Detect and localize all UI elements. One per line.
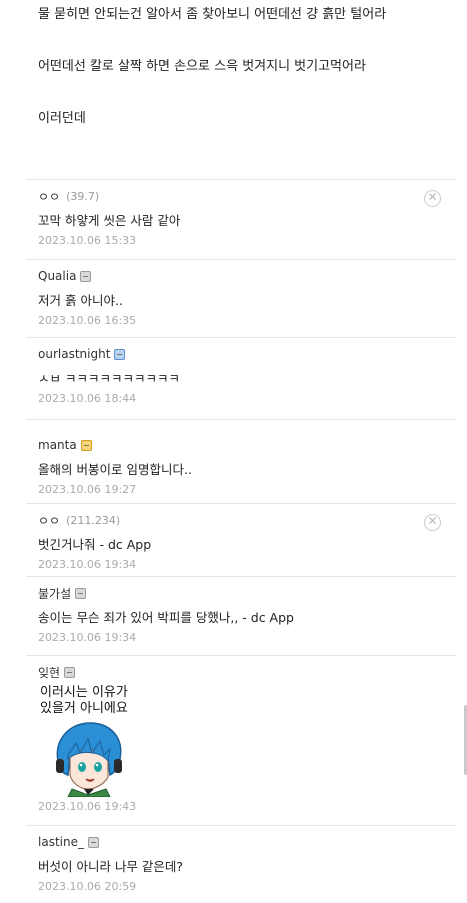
comment-nickname[interactable]: 불가설: [38, 585, 71, 602]
member-badge-icon: [75, 587, 87, 599]
comment-ip: (211.234): [66, 513, 121, 527]
member-badge-icon: [64, 666, 76, 678]
comment-nickname[interactable]: ㅇㅇ: [38, 512, 60, 529]
member-badge-icon: [80, 270, 92, 282]
comment-list: ㅇㅇ (39.7) 꼬막 하얗게 씻은 사람 같아 2023.10.06 15:…: [26, 179, 457, 900]
comment-nickname[interactable]: lastine_: [38, 835, 84, 849]
comment-text: 송이는 무슨 죄가 있어 박피를 당했나,, - dc App: [38, 610, 294, 625]
comment-text: 올해의 버봉이로 임명합니다..: [38, 462, 192, 477]
comment-nickname[interactable]: Qualia: [38, 269, 76, 283]
comment-nickname[interactable]: ourlastnight: [38, 347, 110, 361]
delete-comment-button[interactable]: ✕: [424, 190, 441, 207]
comment-date: 2023.10.06 19:27: [38, 483, 137, 496]
comment-text: 저거 흙 아니야..: [38, 293, 123, 308]
comment-date: 2023.10.06 19:34: [38, 558, 137, 571]
post-line: 물 묻히면 안되는건 알아서 좀 찾아보니 어떤데선 걍 흙만 털어라: [38, 7, 387, 22]
dccon-caption: 이러시는 이유가 있을거 아니에요: [40, 685, 128, 716]
comment-nickname[interactable]: manta: [38, 438, 77, 452]
comment-item: ㅇㅇ (39.7) 꼬막 하얗게 씻은 사람 같아 2023.10.06 15:…: [26, 179, 457, 259]
dccon-sticker[interactable]: 이러시는 이유가 있을거 아니에요: [40, 685, 140, 797]
comment-text: 버섯이 아니라 나무 같은데?: [38, 859, 184, 874]
comment-date: 2023.10.06 15:33: [38, 234, 137, 247]
comment-item: ourlastnight ㅅㅂ ㅋㅋㅋㅋㅋㅋㅋㅋㅋㅋ 2023.10.06 18…: [26, 337, 457, 419]
comment-text: 꼬막 하얗게 씻은 사람 같아: [38, 213, 181, 228]
comment-ip: (39.7): [66, 189, 100, 203]
comment-item: manta 올해의 버봉이로 임명합니다.. 2023.10.06 19:27: [26, 419, 457, 503]
post-line: 이러던데: [38, 111, 86, 126]
delete-comment-button[interactable]: ✕: [424, 514, 441, 531]
comment-date: 2023.10.06 20:59: [38, 880, 137, 893]
comment-item: 잊현 이러시는 이유가 있을거 아니에요 2023.10.06 19:43: [26, 655, 457, 825]
anime-character-icon: [56, 722, 122, 797]
comment-item: ㅇㅇ (211.234) 벗긴거나줘 - dc App 2023.10.06 1…: [26, 503, 457, 576]
comment-text: 벗긴거나줘 - dc App: [38, 537, 152, 552]
post-body: 물 묻히면 안되는건 알아서 좀 찾아보니 어떤데선 걍 흙만 털어라 어떤데선…: [0, 5, 467, 129]
comment-nickname[interactable]: 잊현: [38, 664, 60, 681]
comment-date: 2023.10.06 16:35: [38, 314, 137, 327]
comment-date: 2023.10.06 19:43: [38, 800, 137, 813]
comment-nickname[interactable]: ㅇㅇ: [38, 188, 60, 205]
post-line: 어떤데선 칼로 살짝 하면 손으로 스윽 벗겨지니 벗기고먹어라: [38, 59, 366, 74]
member-badge-icon: [87, 836, 99, 848]
comment-item: 불가설 송이는 무슨 죄가 있어 박피를 당했나,, - dc App 2023…: [26, 576, 457, 655]
member-badge-gold-icon: [80, 439, 92, 451]
comment-item: Qualia 저거 흙 아니야.. 2023.10.06 16:35: [26, 259, 457, 337]
comment-date: 2023.10.06 18:44: [38, 392, 137, 405]
member-badge-blue-icon: [114, 348, 126, 360]
comment-item: lastine_ 버섯이 아니라 나무 같은데? 2023.10.06 20:5…: [26, 825, 457, 900]
comment-text: ㅅㅂ ㅋㅋㅋㅋㅋㅋㅋㅋㅋㅋ: [38, 371, 180, 386]
comment-date: 2023.10.06 19:34: [38, 631, 137, 644]
